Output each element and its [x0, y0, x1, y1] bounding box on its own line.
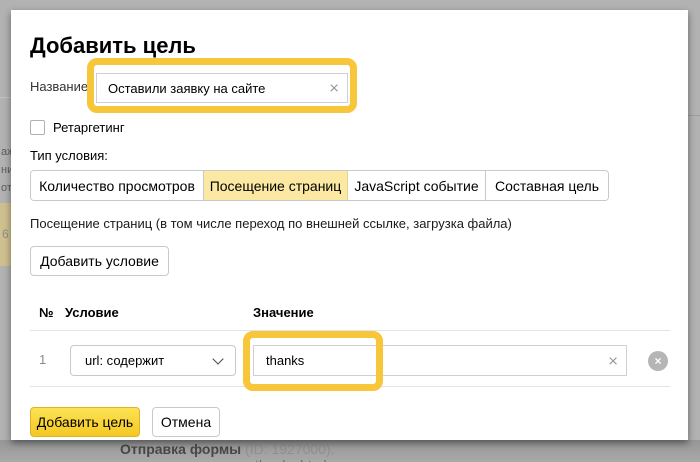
- background-text-fragment: от: [1, 182, 11, 194]
- clear-value-icon[interactable]: ×: [608, 352, 618, 369]
- background-bottom-area: Отправка формы (ID: 1927000). thanks.htm…: [0, 440, 700, 462]
- add-condition-button[interactable]: Добавить условие: [30, 246, 169, 276]
- cancel-button[interactable]: Отмена: [152, 407, 220, 437]
- condition-operator-select[interactable]: url: содержит: [70, 345, 236, 376]
- background-text-fragment: ни: [1, 164, 11, 176]
- column-header-value: Значение: [253, 305, 314, 320]
- condition-value-input-wrap: ×: [253, 345, 627, 376]
- tab-javascript-event[interactable]: JavaScript событие: [348, 171, 486, 200]
- column-header-condition: Условие: [65, 305, 119, 320]
- condition-type-label: Тип условия:: [30, 148, 108, 163]
- clear-name-icon[interactable]: ×: [329, 80, 339, 97]
- background-goal-row: Отправка формы (ID: 1927000).: [120, 441, 335, 457]
- background-cell-value: 6: [2, 227, 9, 241]
- condition-type-tabs: Количество просмотров Посещение страниц …: [30, 170, 609, 201]
- chevron-down-icon: [212, 353, 224, 365]
- background-divider: [0, 97, 11, 98]
- name-field-label: Название: [30, 79, 89, 94]
- column-header-number: №: [39, 305, 54, 320]
- add-goal-dialog: Добавить цель Название × Ретаргетинг Тип…: [11, 10, 688, 440]
- goal-name-input[interactable]: [97, 74, 347, 102]
- tab-composite-goal[interactable]: Составная цель: [486, 171, 608, 200]
- background-left-strip: аж ни от 6: [0, 0, 11, 462]
- retargeting-label: Ретаргетинг: [53, 120, 125, 135]
- dialog-title: Добавить цель: [30, 33, 196, 58]
- condition-value-input[interactable]: [254, 346, 626, 375]
- table-divider-top: [30, 330, 670, 331]
- delete-row-button[interactable]: ×: [648, 351, 668, 371]
- background-text-fragment: аж: [1, 146, 11, 158]
- background-goal-condition: thanks.html: [255, 457, 327, 462]
- goal-name-input-wrap: ×: [96, 73, 348, 103]
- condition-operator-value: url: содержит: [85, 353, 165, 368]
- retargeting-checkbox[interactable]: [30, 120, 45, 135]
- tab-page-visit[interactable]: Посещение страниц: [204, 171, 348, 200]
- background-goal-name: Отправка формы: [120, 441, 242, 457]
- tab-description: Посещение страниц (в том числе переход п…: [30, 216, 512, 231]
- submit-add-goal-button[interactable]: Добавить цель: [30, 407, 140, 437]
- background-divider: [688, 115, 700, 116]
- row-number: 1: [39, 352, 47, 367]
- background-goal-id: (ID: 1927000).: [241, 441, 335, 457]
- table-divider-bottom: [30, 386, 670, 387]
- screenshot-root: аж ни от 6 Отправка формы (ID: 1927000).…: [0, 0, 700, 462]
- background-table-cell: 6: [0, 203, 11, 266]
- tab-pageview-count[interactable]: Количество просмотров: [31, 171, 204, 200]
